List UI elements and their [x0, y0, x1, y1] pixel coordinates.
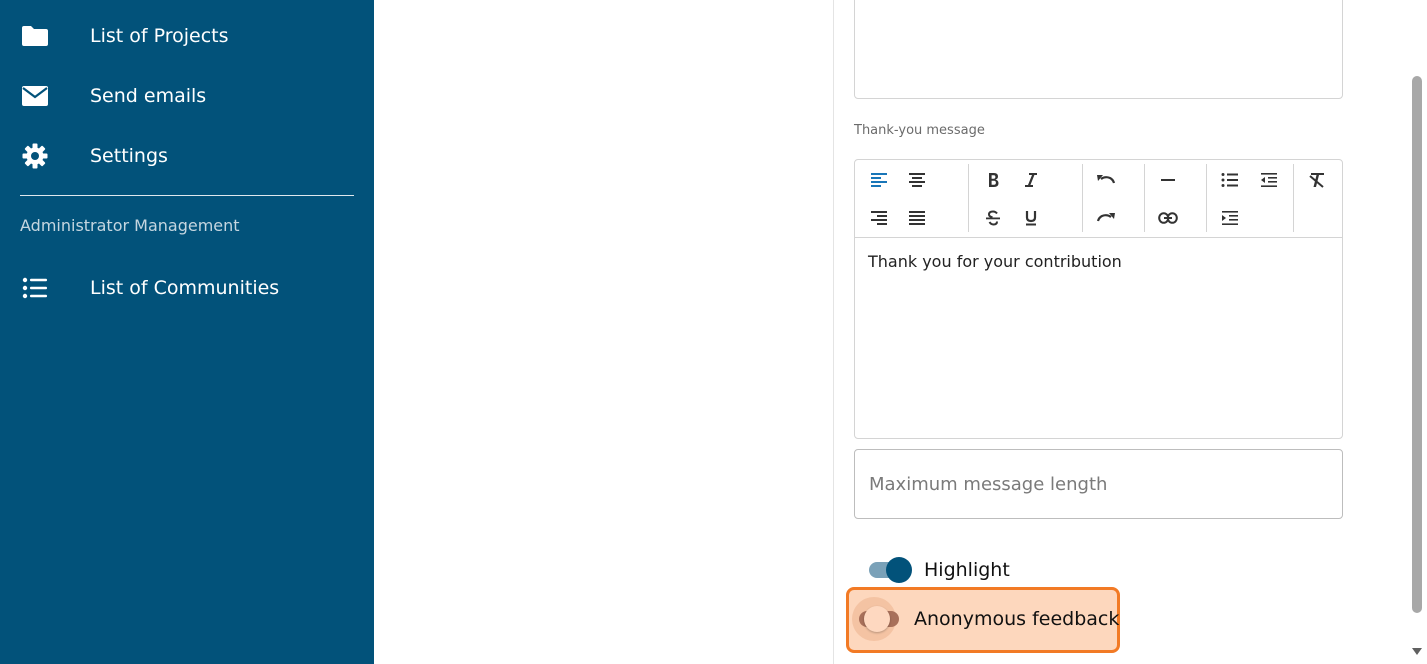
gear-icon [21, 142, 49, 170]
sidebar-item-label: Send emails [90, 85, 207, 107]
vertical-scrollbar[interactable] [1408, 0, 1427, 664]
align-center-icon[interactable] [904, 167, 930, 193]
sidebar-item-settings[interactable]: Settings [0, 134, 374, 178]
scrollbar-thumb[interactable] [1412, 76, 1422, 613]
bullet-list-icon[interactable] [1217, 167, 1243, 193]
envelope-icon [21, 82, 49, 110]
maximum-message-length-input[interactable] [854, 449, 1343, 519]
sidebar-item-label: List of Communities [90, 277, 280, 299]
sidebar-item-label: List of Projects [90, 25, 229, 47]
sidebar-item-list-of-communities[interactable]: List of Communities [0, 266, 374, 310]
underline-icon[interactable] [1018, 205, 1044, 231]
sidebar-item-send-emails[interactable]: Send emails [0, 74, 374, 118]
switch-thumb [886, 557, 912, 583]
align-left-icon[interactable] [866, 167, 892, 193]
outdent-icon[interactable] [1256, 167, 1282, 193]
horizontal-rule-icon[interactable] [1155, 167, 1181, 193]
align-right-icon[interactable] [866, 205, 892, 231]
list-icon [21, 274, 49, 302]
link-icon[interactable] [1155, 205, 1181, 231]
anonymous-feedback-switch[interactable] [852, 597, 902, 641]
editor-content[interactable]: Thank you for your contribution [868, 252, 1122, 271]
strikethrough-icon[interactable] [980, 205, 1006, 231]
highlight-toggle[interactable]: Highlight [866, 555, 1010, 585]
panel-divider [833, 0, 834, 664]
scroll-down-arrow-icon[interactable] [1412, 648, 1422, 655]
bold-icon[interactable] [980, 167, 1006, 193]
sidebar-item-label: Settings [90, 145, 168, 167]
thank-you-message-editor: Thank you for your contribution [854, 159, 1343, 439]
toolbar-separator [968, 164, 969, 232]
toolbar-separator [1082, 164, 1083, 232]
highlight-switch[interactable] [866, 555, 912, 585]
clear-format-icon[interactable] [1304, 167, 1330, 193]
toolbar-separator [1206, 164, 1207, 232]
redo-icon[interactable] [1093, 205, 1119, 231]
editor-toolbar [855, 160, 1342, 238]
previous-text-field[interactable] [854, 0, 1343, 99]
anonymous-feedback-toggle[interactable]: Anonymous feedback [852, 597, 1120, 641]
toolbar-separator [1293, 164, 1294, 232]
thank-you-message-label: Thank-you message [854, 123, 985, 138]
sidebar-divider [20, 195, 354, 196]
highlight-label: Highlight [924, 559, 1010, 581]
folder-icon [21, 22, 49, 50]
sidebar-item-list-of-projects[interactable]: List of Projects [0, 14, 374, 58]
toolbar-separator [1144, 164, 1145, 232]
undo-icon[interactable] [1093, 167, 1119, 193]
sidebar: List of Projects Send emails Settings Ad… [0, 0, 374, 664]
italic-icon[interactable] [1018, 167, 1044, 193]
content-area [374, 0, 833, 664]
align-justify-icon[interactable] [904, 205, 930, 231]
indent-icon[interactable] [1217, 205, 1243, 231]
section-title-administrator-management: Administrator Management [20, 216, 240, 235]
switch-thumb [864, 606, 890, 632]
app: List of Projects Send emails Settings Ad… [0, 0, 1427, 664]
anonymous-feedback-label: Anonymous feedback [914, 608, 1120, 630]
